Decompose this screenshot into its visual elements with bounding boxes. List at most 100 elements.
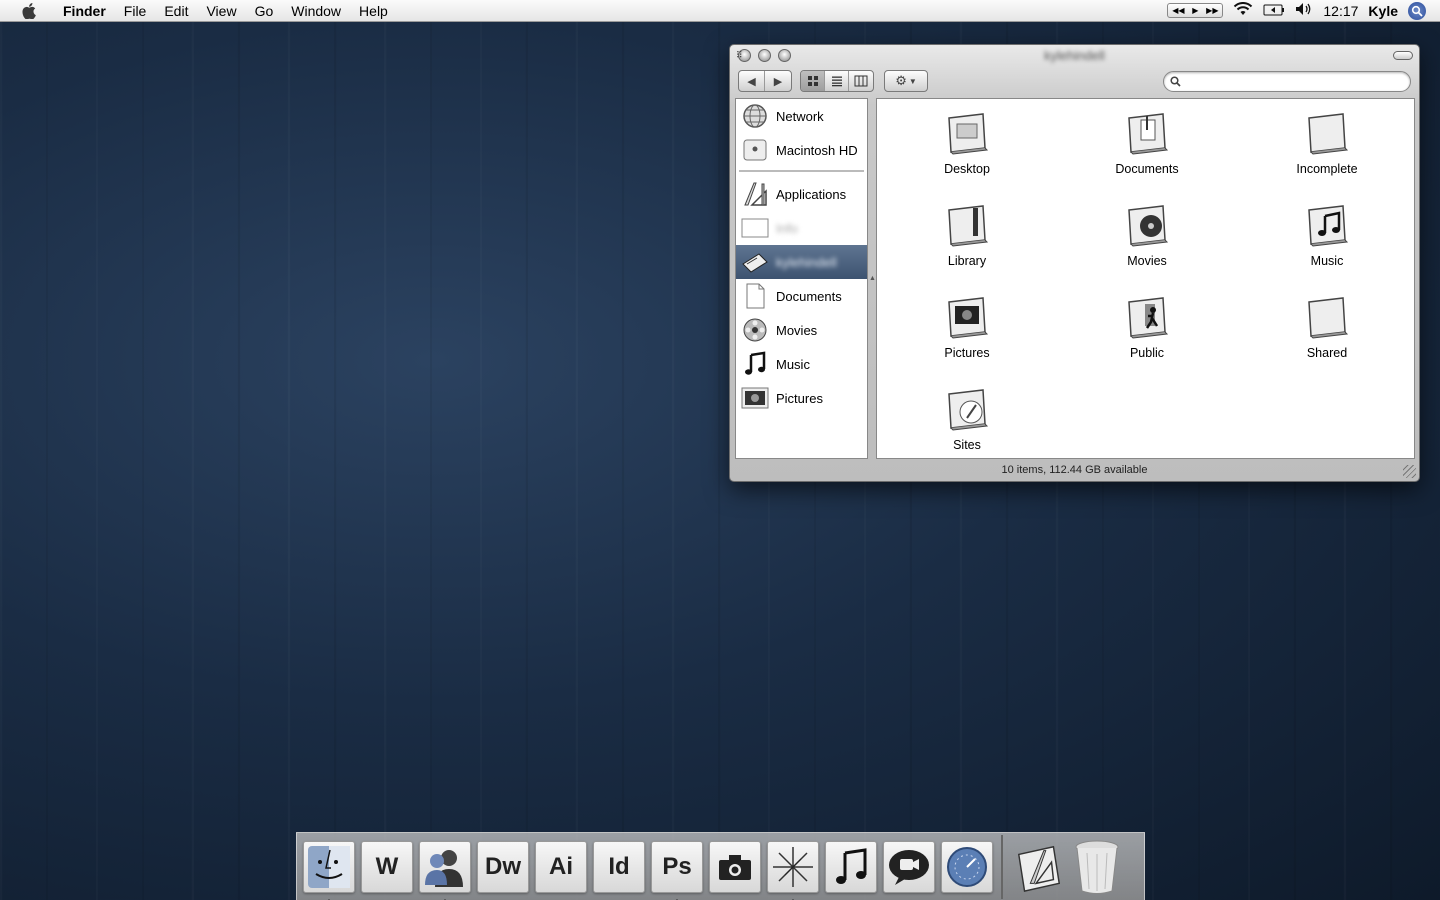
dock-word[interactable]: W: [361, 840, 413, 893]
finder-icon: [308, 845, 350, 888]
splitter-handle-icon: ▲: [869, 275, 876, 282]
documents-icon: [740, 282, 770, 310]
dock-dreamweaver[interactable]: Dw: [477, 840, 529, 893]
sidebar-item-label: Info: [776, 220, 798, 236]
media-controls-icon[interactable]: ◀◀ ▶ ▶▶: [1167, 3, 1224, 18]
sidebar-item-network[interactable]: Network: [736, 99, 867, 133]
window-toolbar: ◀ ▶ ⚙ ▼: [738, 69, 1411, 93]
menu-app-finder[interactable]: Finder: [54, 0, 115, 22]
file-name: Music: [1310, 254, 1344, 268]
file-name: Shared: [1306, 346, 1348, 360]
itunes-icon: [836, 847, 867, 884]
window-title: kylehindell: [1044, 48, 1105, 63]
sidebar-splitter[interactable]: ▲: [869, 98, 876, 459]
file-item-shared[interactable]: Shared: [1237, 283, 1417, 375]
movies-icon: [740, 316, 770, 344]
file-item-public[interactable]: Public: [1057, 283, 1237, 375]
dock-separator: [1001, 834, 1003, 899]
menu-view[interactable]: View: [197, 0, 245, 22]
file-name: Movies: [1127, 254, 1167, 268]
apple-menu-icon[interactable]: [18, 2, 40, 19]
forward-arrow-icon: ▶: [773, 75, 783, 88]
volume-icon[interactable]: [1295, 2, 1313, 19]
photoshop-icon: Ps: [662, 852, 692, 880]
search-icon: [1170, 75, 1181, 87]
camera-icon: [719, 854, 751, 880]
toolbar-toggle-button[interactable]: [1393, 51, 1413, 60]
file-item-library[interactable]: Library: [877, 191, 1057, 283]
status-bar: 10 items, 112.44 GB available: [730, 459, 1419, 481]
trash-icon: [1075, 840, 1119, 894]
dock-finder[interactable]: [303, 840, 355, 900]
dock-trash[interactable]: [1071, 840, 1123, 894]
file-item-documents[interactable]: Documents: [1057, 99, 1237, 191]
folder-icon: [1308, 297, 1349, 339]
applications-stack-icon: [1017, 845, 1061, 892]
file-item-pictures[interactable]: Pictures: [877, 283, 1057, 375]
dreamweaver-icon: Dw: [485, 852, 521, 880]
back-button[interactable]: ◀: [739, 71, 765, 91]
dock-itunes[interactable]: [825, 840, 877, 893]
window-titlebar[interactable]: kylehindell: [730, 45, 1419, 67]
blank-document-icon: [740, 214, 770, 242]
action-menu-button[interactable]: ⚙ ▼: [884, 70, 928, 92]
dock-applications-stack[interactable]: [1013, 841, 1065, 893]
dock-safari[interactable]: [767, 840, 819, 900]
menu-window[interactable]: Window: [282, 0, 350, 22]
file-name: Desktop: [944, 162, 990, 176]
pictures-folder-icon: [948, 297, 989, 339]
file-item-desktop[interactable]: Desktop: [877, 99, 1057, 191]
dock-ichat[interactable]: [883, 840, 935, 893]
search-field[interactable]: [1163, 70, 1411, 92]
sidebar-item-pictures[interactable]: Pictures: [736, 381, 867, 415]
word-icon: W: [375, 852, 399, 880]
list-view-button[interactable]: [825, 71, 849, 91]
menu-file[interactable]: File: [115, 0, 156, 22]
safari-compass-icon: [773, 846, 813, 887]
menu-clock[interactable]: 12:17: [1323, 3, 1358, 19]
forward-button[interactable]: ▶: [765, 71, 791, 91]
globe-icon: [740, 102, 770, 130]
file-item-sites[interactable]: Sites: [877, 375, 1057, 467]
battery-icon[interactable]: [1263, 3, 1285, 19]
home-icon: [740, 248, 770, 276]
icon-view-button[interactable]: [801, 71, 825, 91]
dock-camera[interactable]: [709, 840, 761, 893]
menu-help[interactable]: Help: [350, 0, 397, 22]
sidebar-item-music[interactable]: Music: [736, 347, 867, 381]
file-item-music[interactable]: Music: [1237, 191, 1417, 283]
sidebar-item-home[interactable]: kylehindell: [736, 245, 867, 279]
dashboard-icon: [947, 846, 987, 887]
file-name: Pictures: [944, 346, 990, 360]
menu-go[interactable]: Go: [246, 0, 283, 22]
wifi-icon[interactable]: [1233, 2, 1253, 19]
sidebar-item-label: Pictures: [776, 390, 823, 406]
dock-indesign[interactable]: Id: [593, 840, 645, 893]
sidebar-item-applications[interactable]: Applications: [736, 177, 867, 211]
illustrator-icon: Ai: [549, 852, 573, 880]
column-view-button[interactable]: [849, 71, 873, 91]
gear-icon: ⚙: [895, 73, 907, 88]
dock: W Dw Ai Id Ps: [296, 832, 1145, 900]
sidebar-item-label: Movies: [776, 322, 818, 338]
dock-illustrator[interactable]: Ai: [535, 840, 587, 893]
dock-ichat-buddy[interactable]: [419, 840, 471, 900]
menu-user[interactable]: Kyle: [1368, 3, 1398, 19]
window-resize-handle[interactable]: [1403, 465, 1416, 478]
sidebar-item-macintosh-hd[interactable]: Macintosh HD: [736, 133, 867, 167]
search-input[interactable]: [1185, 74, 1410, 88]
ichat-buddy-icon: [425, 849, 463, 887]
sidebar-item-documents[interactable]: Documents: [736, 279, 867, 313]
dock-dashboard[interactable]: [941, 840, 993, 893]
file-item-incomplete[interactable]: Incomplete: [1237, 99, 1417, 191]
dock-photoshop[interactable]: Ps: [651, 840, 703, 900]
file-item-movies[interactable]: Movies: [1057, 191, 1237, 283]
sidebar-item-info[interactable]: Info: [736, 211, 867, 245]
sidebar-resize-grip[interactable]: ⠿: [736, 50, 743, 61]
folder-icon: [1308, 113, 1349, 155]
public-folder-icon: [1128, 297, 1169, 339]
spotlight-icon[interactable]: [1408, 1, 1426, 20]
menu-edit[interactable]: Edit: [155, 0, 197, 22]
sidebar-item-movies[interactable]: Movies: [736, 313, 867, 347]
sidebar-item-label: Documents: [776, 288, 842, 304]
